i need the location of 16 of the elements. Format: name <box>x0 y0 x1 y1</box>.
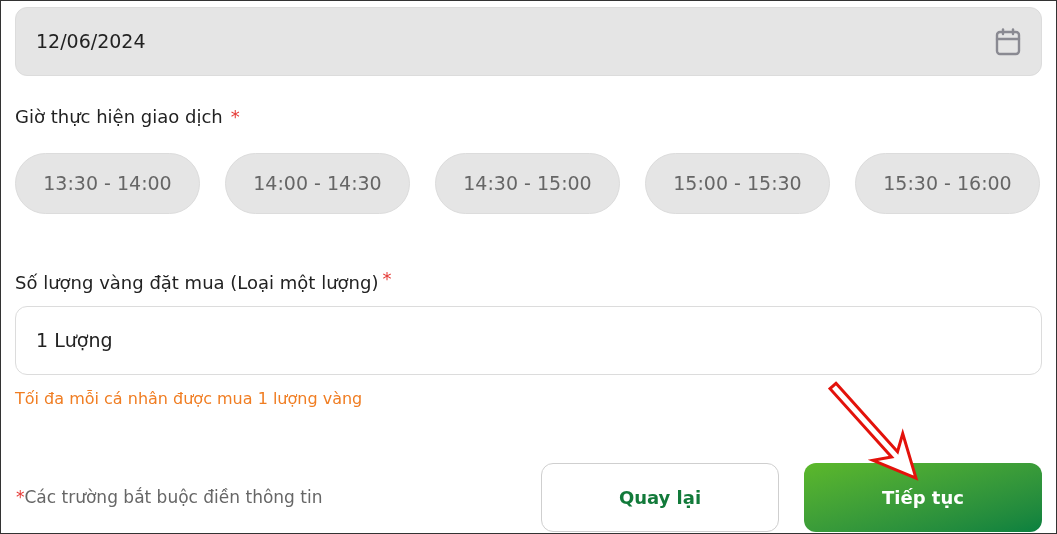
footnote-text: Các trường bắt buộc điền thông tin <box>24 486 323 507</box>
date-value: 12/06/2024 <box>36 29 146 55</box>
required-mark: * <box>382 267 392 291</box>
continue-button[interactable]: Tiếp tục <box>804 463 1042 532</box>
field-label: Số lượng vàng đặt mua (Loại một lượng) <box>15 271 379 295</box>
time-slot[interactable]: 15:30 - 16:00 <box>855 153 1040 214</box>
time-slot[interactable]: 14:00 - 14:30 <box>225 153 410 214</box>
back-button[interactable]: Quay lại <box>541 463 779 532</box>
time-slot[interactable]: 13:30 - 14:00 <box>15 153 200 214</box>
time-slot[interactable]: 15:00 - 15:30 <box>645 153 830 214</box>
hint-text: Tối đa mỗi cá nhân được mua 1 lượng vàng <box>15 388 364 410</box>
quantity-field[interactable]: 1 Lượng <box>15 306 1042 375</box>
field-label: Giờ thực hiện giao dịch <box>15 105 223 129</box>
required-mark: * <box>16 486 25 507</box>
required-mark: * <box>230 105 240 129</box>
time-slot[interactable]: 14:30 - 15:00 <box>435 153 620 214</box>
